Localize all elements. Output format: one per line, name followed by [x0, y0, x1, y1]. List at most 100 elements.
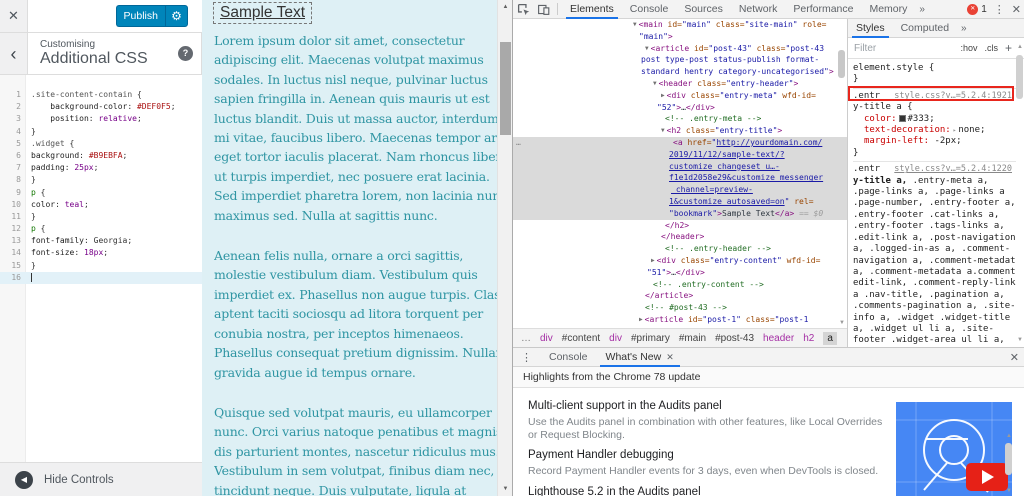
devtools-tab-network[interactable]: Network: [731, 0, 786, 19]
scroll-up-icon[interactable]: ▲: [1006, 433, 1012, 439]
dom-tree-node[interactable]: f1e1d2058e29&customize_messenger: [513, 172, 847, 184]
code-line[interactable]: 10color: teal;: [0, 199, 202, 211]
preview-scrollbar[interactable]: ▲ ▼: [497, 0, 512, 496]
css-rule[interactable]: .entr style.css?v…=5.2.4:1220 y-title a,…: [853, 161, 1016, 347]
code-line[interactable]: 8}: [0, 174, 202, 186]
devtools-close-icon[interactable]: ✕: [1012, 3, 1021, 16]
css-property[interactable]: text-decoration:▸none;: [853, 125, 1016, 136]
dom-tree-node[interactable]: _channel=preview-: [513, 184, 847, 196]
post-title-link[interactable]: Sample Text: [213, 2, 312, 24]
breadcrumb-item[interactable]: #content: [562, 333, 600, 344]
devtools-tab-performance[interactable]: Performance: [785, 0, 861, 19]
dom-tree-node[interactable]: ▶<article id="post-1" class="post-1: [513, 314, 847, 326]
publish-button[interactable]: Publish: [116, 5, 165, 27]
css-code-editor[interactable]: 1.site-content-contain {2 background-col…: [0, 75, 202, 462]
code-line[interactable]: 1.site-content-contain {: [0, 89, 202, 101]
toggle-element-state-button[interactable]: :hov: [960, 43, 977, 53]
code-line[interactable]: 14font-size: 18px;: [0, 247, 202, 259]
code-line[interactable]: 15}: [0, 260, 202, 272]
code-line[interactable]: 13font-family: Georgia;: [0, 235, 202, 247]
devtools-tab-sources[interactable]: Sources: [676, 0, 731, 19]
styles-tab-computed[interactable]: Computed: [893, 19, 957, 38]
dom-tree-node[interactable]: "52">…</div>: [513, 102, 847, 114]
dom-tree-node[interactable]: ▼<article id="post-43" class="post-43: [513, 43, 847, 55]
dom-tree-node[interactable]: <!-- .entry-header -->: [513, 243, 847, 255]
scroll-down-icon[interactable]: ▼: [1017, 337, 1023, 343]
css-property[interactable]: margin-left: -2px;: [853, 136, 1016, 147]
css-property[interactable]: color:#333;: [853, 114, 1016, 125]
filter-input[interactable]: Filter: [854, 43, 960, 54]
tab-close-icon[interactable]: ✕: [666, 348, 674, 366]
breadcrumb-item[interactable]: div: [609, 333, 622, 344]
dom-tree-node[interactable]: ▼<main id="main" class="site-main" role=: [513, 19, 847, 31]
breadcrumb-item[interactable]: #main: [679, 333, 706, 344]
expand-icon[interactable]: ▸: [953, 127, 957, 134]
element-style-rule[interactable]: element.style { }: [853, 63, 1016, 86]
dom-tree-node[interactable]: <!-- .entry-meta -->: [513, 113, 847, 125]
css-rule[interactable]: .entr style.css?v…=5.2.4:1921 y-title a …: [853, 88, 1016, 159]
stylesheet-source-link[interactable]: style.css?v…=5.2.4:1220: [894, 164, 1012, 175]
scroll-up-icon[interactable]: ▲: [1017, 44, 1023, 50]
code-line[interactable]: 11}: [0, 211, 202, 223]
scroll-down-icon[interactable]: ▼: [839, 320, 845, 326]
dom-tree-node[interactable]: ▶<div class="entry-content" wfd-id=: [513, 255, 847, 267]
close-customizer-button[interactable]: ✕: [0, 0, 28, 32]
devtools-menu-icon[interactable]: ⋮: [994, 3, 1005, 16]
styles-tab-styles[interactable]: Styles: [848, 19, 893, 38]
code-line[interactable]: 5.widget {: [0, 138, 202, 150]
help-icon[interactable]: ?: [178, 46, 193, 61]
elements-scrollbar-thumb[interactable]: [838, 50, 845, 78]
dom-tree-node[interactable]: "bookmark">Sample Text</a> == $0: [513, 208, 847, 220]
breadcrumb-item[interactable]: header: [763, 333, 794, 344]
publish-settings-button[interactable]: ⚙: [165, 5, 188, 27]
dom-tree-node[interactable]: ▼<h2 class="entry-title">: [513, 125, 847, 137]
devtools-tab-memory[interactable]: Memory: [861, 0, 915, 19]
dom-tree-node[interactable]: …<a href="http://yourdomain.com/: [513, 137, 847, 149]
code-line[interactable]: 3 position: relative;: [0, 113, 202, 125]
dom-tree-node[interactable]: </article>: [513, 290, 847, 302]
dom-tree-node[interactable]: post type-post status-publish format-: [513, 54, 847, 66]
new-style-rule-button[interactable]: +: [1005, 41, 1012, 55]
styles-scrollbar-thumb[interactable]: [1016, 55, 1023, 99]
dom-tree-node[interactable]: </header>: [513, 231, 847, 243]
dom-tree-node[interactable]: customize_changeset_u…-: [513, 161, 847, 173]
dom-tree-node[interactable]: ▼<header class="entry-header">: [513, 78, 847, 90]
color-swatch-icon[interactable]: [899, 115, 906, 122]
code-line[interactable]: 9p {: [0, 187, 202, 199]
stylesheet-source-link[interactable]: style.css?v…=5.2.4:1921: [894, 91, 1012, 102]
code-line[interactable]: 12p {: [0, 223, 202, 235]
breadcrumb-item[interactable]: h2: [803, 333, 814, 344]
dom-tree-node[interactable]: "main">: [513, 31, 847, 43]
more-tabs-icon[interactable]: »: [915, 4, 929, 15]
dom-tree-node[interactable]: 1&customize_autosaved=on" rel=: [513, 196, 847, 208]
scroll-up-icon[interactable]: ▲: [498, 0, 512, 14]
play-button[interactable]: [966, 463, 1008, 491]
dom-tree-node[interactable]: <!-- #post-43 -->: [513, 302, 847, 314]
drawer-close-icon[interactable]: ✕: [1010, 351, 1019, 364]
breadcrumb-item[interactable]: div: [540, 333, 553, 344]
code-line[interactable]: 2 background-color: #DEF0F5;: [0, 101, 202, 113]
drawer-scrollbar-thumb[interactable]: [1005, 443, 1012, 475]
breadcrumb-item[interactable]: #post-43: [715, 333, 754, 344]
scrollbar-thumb[interactable]: [500, 42, 511, 135]
drawer-menu-icon[interactable]: ⋮: [513, 351, 540, 364]
back-button[interactable]: ‹: [0, 33, 28, 74]
dom-tree-node[interactable]: standard hentry category-uncategorised">: [513, 66, 847, 78]
inspect-element-icon[interactable]: [513, 0, 533, 18]
devtools-tab-console[interactable]: Console: [622, 0, 677, 19]
drawer-tab-console[interactable]: Console: [540, 348, 597, 367]
more-tabs-icon[interactable]: »: [957, 23, 971, 34]
breadcrumb-item[interactable]: a: [823, 332, 837, 345]
devtools-tab-elements[interactable]: Elements: [562, 0, 622, 19]
hide-controls-button[interactable]: ◀ Hide Controls: [15, 471, 114, 489]
video-thumbnail[interactable]: [896, 402, 1012, 496]
scroll-down-icon[interactable]: ▼: [498, 482, 512, 496]
code-line[interactable]: 4}: [0, 126, 202, 138]
dom-tree-node[interactable]: 2019/11/12/sample-text/?: [513, 149, 847, 161]
drawer-tab-what-s-new[interactable]: What's New✕: [597, 348, 683, 367]
error-badge[interactable]: ✕ 1: [967, 4, 987, 15]
device-toolbar-icon[interactable]: [533, 0, 553, 18]
code-line[interactable]: 6background: #B9EBFA;: [0, 150, 202, 162]
dom-tree-node[interactable]: </h2>: [513, 220, 847, 232]
breadcrumb-item[interactable]: …: [521, 333, 531, 344]
